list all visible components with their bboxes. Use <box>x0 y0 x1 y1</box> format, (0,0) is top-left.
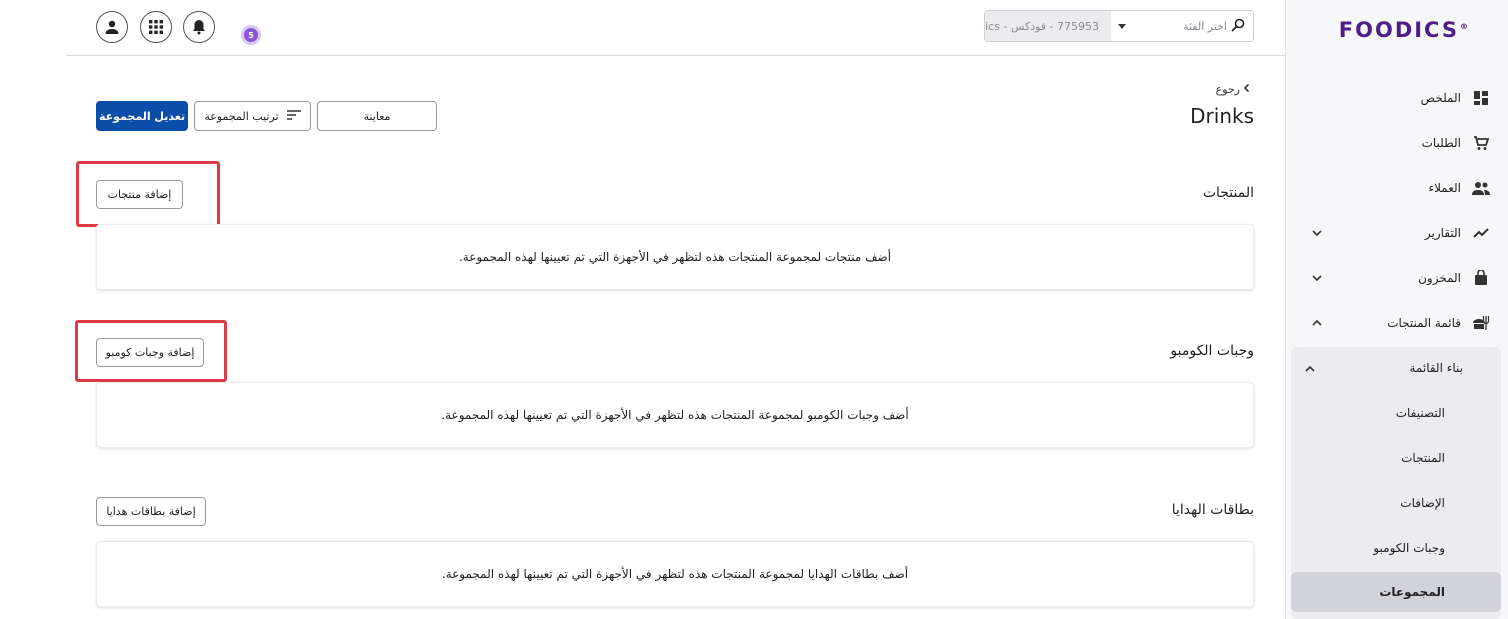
combos-empty-state: أضف وجبات الكومبو لمجموعة المنتجات هذه ل… <box>96 382 1254 448</box>
sidebar-item-label: الطلبات <box>1421 136 1461 150</box>
sidebar-item-label: التصنيفات <box>1395 406 1445 420</box>
sort-label: ترتيب المجموعة <box>204 109 279 123</box>
branch-selector[interactable]: 775953 - فودكس - Foodics <box>984 10 1254 42</box>
top-header: 775953 - فودكس - Foodics 5 <box>66 0 1285 56</box>
preview-label: معاينة <box>363 109 391 123</box>
bag-icon <box>1472 269 1490 287</box>
add-gift-cards-button[interactable]: إضافة بطاقات هدايا <box>96 497 206 526</box>
sidebar-item-reports[interactable]: التقارير <box>1296 213 1500 253</box>
search-icon <box>1231 17 1245 36</box>
products-empty-text: أضف منتجات لمجموعة المنتجات هذه لتظهر في… <box>458 250 892 264</box>
sidebar-item-label: بناء القائمة <box>1409 361 1463 375</box>
edit-label: تعديل المجموعة <box>98 109 186 123</box>
brand-name: FOODICS <box>1338 18 1459 42</box>
edit-group-button[interactable]: تعديل المجموعة <box>96 101 188 131</box>
products-empty-state: أضف منتجات لمجموعة المنتجات هذه لتظهر في… <box>96 224 1254 290</box>
branch-search-input[interactable] <box>1147 19 1227 33</box>
sort-icon <box>286 109 301 123</box>
notification-badge: 5 <box>244 28 258 42</box>
gift-cards-section-title: بطاقات الهدايا <box>1171 502 1254 518</box>
gift-cards-empty-state: أضف بطاقات الهدايا لمجموعة المنتجات هذه … <box>96 541 1254 607</box>
page-title: Drinks <box>1190 104 1254 128</box>
sidebar-item-label: الإضافات <box>1400 496 1445 510</box>
sidebar-item-menu-builder[interactable]: بناء القائمة <box>1291 348 1501 388</box>
back-label: رجوع <box>1215 82 1240 96</box>
sidebar-item-dashboard[interactable]: الملخص <box>1296 78 1500 118</box>
preview-button[interactable]: معاينة <box>317 101 437 131</box>
sidebar-item-menu[interactable]: قائمة المنتجات <box>1296 303 1500 343</box>
sidebar-item-groups[interactable]: المجموعات <box>1291 572 1501 612</box>
account-button[interactable] <box>96 11 128 43</box>
sort-group-button[interactable]: ترتيب المجموعة <box>194 101 311 131</box>
trend-icon <box>1472 224 1490 242</box>
sidebar-item-label: المجموعات <box>1379 585 1445 599</box>
sidebar-item-inventory[interactable]: المخزون <box>1296 258 1500 298</box>
sidebar-item-label: التقارير <box>1424 226 1461 240</box>
sidebar-item-orders[interactable]: الطلبات <box>1296 123 1500 163</box>
sidebar-item-label: الملخص <box>1420 91 1461 105</box>
branch-search[interactable] <box>1133 11 1253 41</box>
notifications-button[interactable] <box>183 11 215 43</box>
sidebar-item-products[interactable]: المنتجات <box>1291 438 1501 478</box>
chevron-up-icon <box>1305 361 1315 375</box>
user-icon <box>105 20 119 34</box>
add-combos-button[interactable]: إضافة وجبات كومبو <box>96 338 204 367</box>
gift-cards-empty-text: أضف بطاقات الهدايا لمجموعة المنتجات هذه … <box>441 567 909 581</box>
chevron-down-icon <box>1310 271 1324 285</box>
chevron-right-icon <box>1242 83 1252 96</box>
sidebar-item-label: المخزون <box>1418 271 1461 285</box>
add-combos-label: إضافة وجبات كومبو <box>105 346 195 359</box>
grid-icon <box>149 20 163 34</box>
dropdown-arrow-icon[interactable] <box>1111 11 1133 41</box>
people-icon <box>1472 179 1490 197</box>
brand-logo[interactable]: FOODICS® <box>1339 18 1468 42</box>
sidebar-item-combos[interactable]: وجبات الكومبو <box>1291 528 1501 568</box>
sidebar-item-customers[interactable]: العملاء <box>1296 168 1500 208</box>
dashboard-icon <box>1472 89 1490 107</box>
back-link[interactable]: رجوع <box>1180 80 1252 98</box>
brand-mark: ® <box>1460 22 1468 31</box>
cart-icon <box>1472 134 1490 152</box>
sidebar: FOODICS® الملخص الطلبات العملاء التقارير <box>1285 0 1508 619</box>
sidebar-item-label: المنتجات <box>1401 451 1445 465</box>
sidebar-item-label: قائمة المنتجات <box>1387 316 1461 330</box>
sidebar-item-label: وجبات الكومبو <box>1373 541 1445 555</box>
app-root: FOODICS® الملخص الطلبات العملاء التقارير <box>0 0 1508 619</box>
combos-empty-text: أضف وجبات الكومبو لمجموعة المنتجات هذه ل… <box>441 408 909 422</box>
branch-value: 775953 - فودكس - Foodics <box>985 11 1111 41</box>
products-section-title: المنتجات <box>1202 185 1254 201</box>
add-gift-cards-label: إضافة بطاقات هدايا <box>106 505 196 518</box>
apps-grid-button[interactable] <box>140 11 172 43</box>
sidebar-item-label: العملاء <box>1428 181 1461 195</box>
add-products-button[interactable]: إضافة منتجات <box>96 180 183 209</box>
add-products-label: إضافة منتجات <box>107 188 172 201</box>
sidebar-item-modifiers[interactable]: الإضافات <box>1291 483 1501 523</box>
sidebar-item-categories[interactable]: التصنيفات <box>1291 393 1501 433</box>
chevron-down-icon <box>1310 226 1324 240</box>
combos-section-title: وجبات الكومبو <box>1170 343 1254 359</box>
chevron-up-icon <box>1310 316 1324 330</box>
food-icon <box>1472 314 1490 332</box>
